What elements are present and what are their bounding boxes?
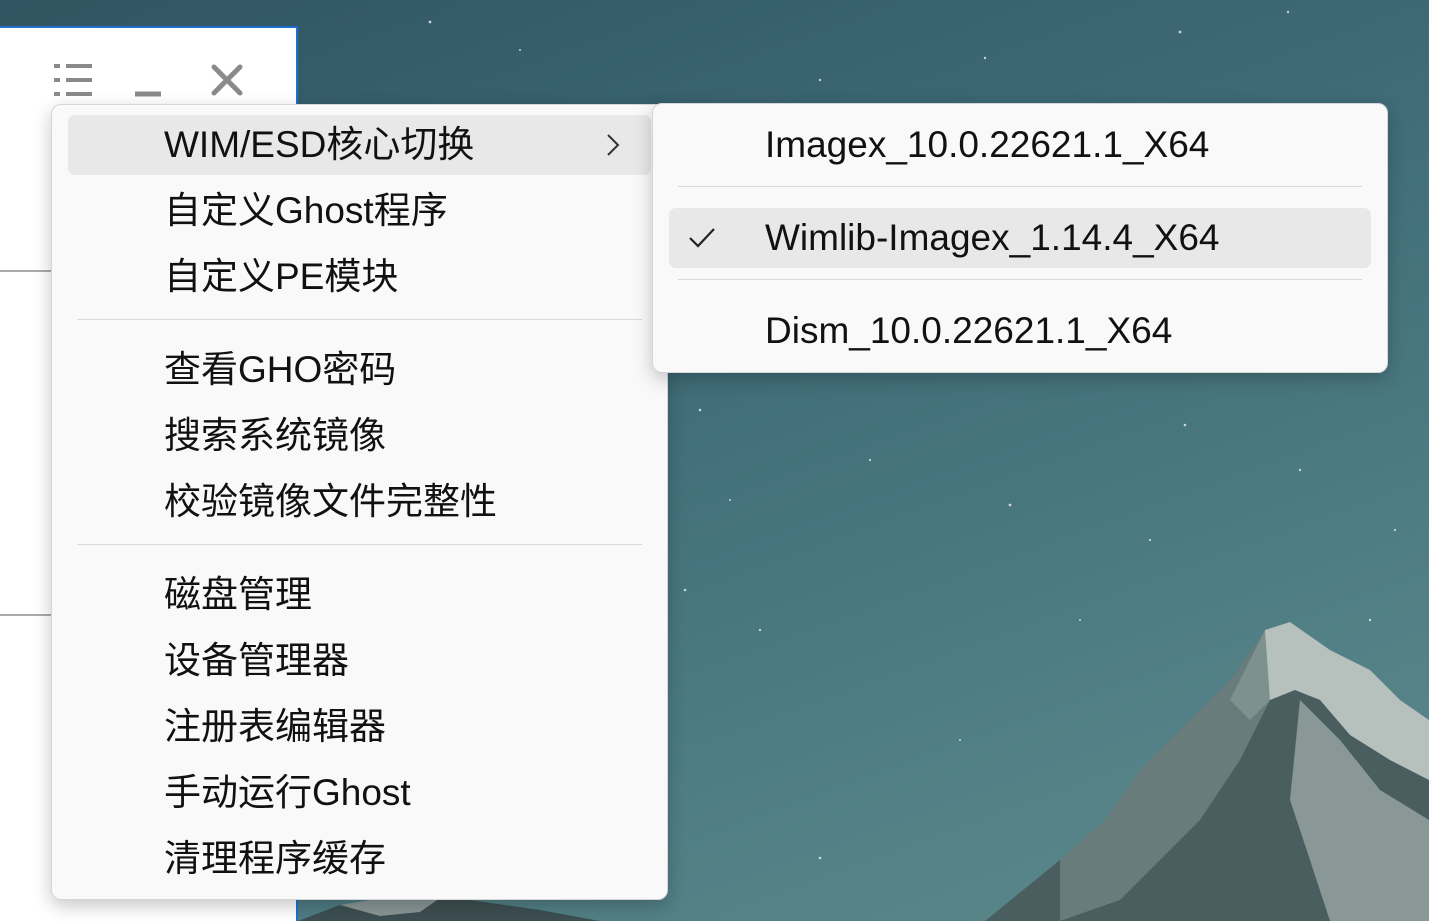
close-button[interactable]: [203, 56, 251, 104]
context-menu: WIM/ESD核心切换 自定义Ghost程序 自定义PE模块 查看GHO密码 搜…: [51, 104, 668, 900]
menu-item-label: 注册表编辑器: [164, 706, 386, 747]
menu-item-disk-management[interactable]: 磁盘管理: [68, 565, 651, 625]
menu-item-label: 自定义PE模块: [164, 256, 399, 297]
panel-divider: [0, 614, 52, 616]
menu-item-label: 校验镜像文件完整性: [164, 481, 497, 522]
menu-item-label: 自定义Ghost程序: [164, 190, 448, 231]
menu-item-label: 设备管理器: [164, 640, 349, 681]
submenu-item-label: Imagex_10.0.22621.1_X64: [765, 124, 1210, 165]
menu-item-verify-image-integrity[interactable]: 校验镜像文件完整性: [68, 472, 651, 532]
menu-item-registry-editor[interactable]: 注册表编辑器: [68, 697, 651, 757]
submenu-item-dism[interactable]: Dism_10.0.22621.1_X64: [669, 301, 1371, 361]
menu-item-label: 清理程序缓存: [164, 838, 386, 879]
menu-separator: [77, 544, 642, 545]
menu-item-label: 磁盘管理: [164, 574, 312, 615]
submenu-item-imagex[interactable]: Imagex_10.0.22621.1_X64: [669, 115, 1371, 175]
menu-item-label: 搜索系统镜像: [164, 415, 386, 456]
menu-item-label: WIM/ESD核心切换: [164, 124, 475, 165]
menu-item-run-ghost-manually[interactable]: 手动运行Ghost: [68, 763, 651, 823]
menu-item-search-system-image[interactable]: 搜索系统镜像: [68, 406, 651, 466]
menu-separator: [77, 319, 642, 320]
panel-divider: [0, 270, 52, 272]
minimize-icon: [135, 91, 161, 97]
checkmark-icon: [689, 228, 715, 248]
menu-item-clear-program-cache[interactable]: 清理程序缓存: [68, 829, 651, 889]
menu-separator: [678, 279, 1362, 280]
menu-item-label: 查看GHO密码: [164, 349, 397, 390]
menu-item-custom-ghost[interactable]: 自定义Ghost程序: [68, 181, 651, 241]
minimize-button[interactable]: [124, 56, 172, 104]
submenu-item-label: Wimlib-Imagex_1.14.4_X64: [765, 217, 1220, 258]
menu-separator: [678, 186, 1362, 187]
menu-list-icon: [54, 64, 92, 96]
chevron-right-icon: [607, 134, 620, 156]
menu-item-custom-pe-module[interactable]: 自定义PE模块: [68, 247, 651, 307]
menu-item-device-manager[interactable]: 设备管理器: [68, 631, 651, 691]
submenu-item-wimlib-imagex[interactable]: Wimlib-Imagex_1.14.4_X64: [669, 208, 1371, 268]
menu-list-button[interactable]: [48, 56, 96, 104]
submenu-item-label: Dism_10.0.22621.1_X64: [765, 310, 1173, 351]
menu-item-wim-esd-core-switch[interactable]: WIM/ESD核心切换: [68, 115, 651, 175]
desktop: WIM/ESD核心切换 自定义Ghost程序 自定义PE模块 查看GHO密码 搜…: [0, 0, 1429, 921]
submenu: Imagex_10.0.22621.1_X64 Wimlib-Imagex_1.…: [652, 103, 1388, 373]
close-icon: [211, 64, 243, 96]
menu-item-view-gho-password[interactable]: 查看GHO密码: [68, 340, 651, 400]
menu-item-label: 手动运行Ghost: [164, 772, 411, 813]
